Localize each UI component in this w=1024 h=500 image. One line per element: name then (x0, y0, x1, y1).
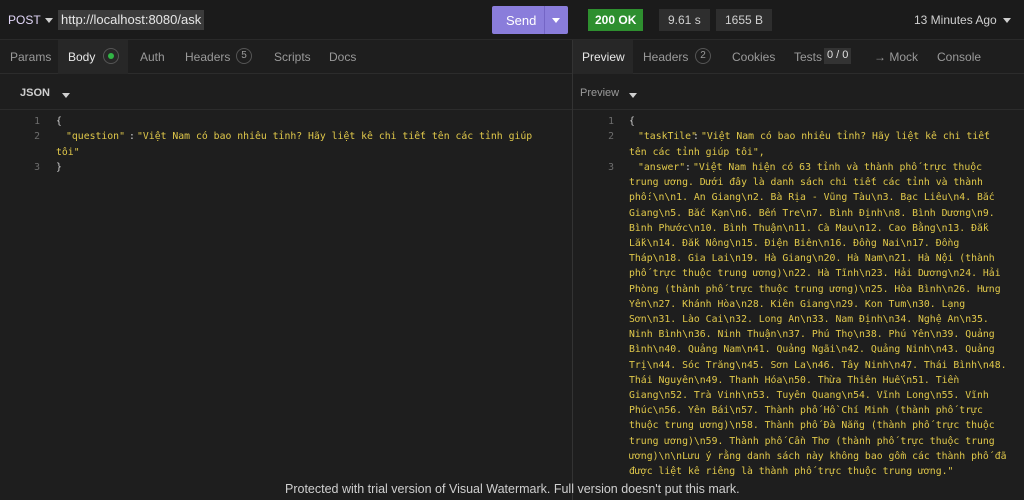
json-value-answer: Bình Phước\n10. Bình Thuận\n11. Cà Mau\n… (629, 222, 989, 234)
json-value-continued: tôi" (56, 147, 80, 158)
json-value-answer: được liệt kê riêng là thành phố trực thu… (629, 466, 954, 477)
json-value-answer: phố trực thuộc trung ương)\n22. Hà Tĩnh\… (629, 268, 1001, 280)
line-number: 3 (34, 162, 40, 173)
open-brace: { (56, 116, 62, 127)
json-key: "question" (66, 131, 125, 142)
open-brace: { (629, 116, 635, 127)
json-value: "Việt Nam có bao nhiêu tỉnh? Hãy liệt kê… (137, 131, 533, 142)
close-brace: } (56, 162, 62, 173)
tab-cookies[interactable]: Cookies (732, 50, 775, 64)
send-button[interactable]: Send (492, 6, 568, 34)
response-headers-count-badge: 2 (695, 48, 711, 64)
json-value-tasktile: "Việt Nam có bao nhiêu tỉnh? Hãy liệt kê… (701, 131, 991, 142)
watermark-notice: Protected with trial version of Visual W… (285, 482, 740, 496)
response-tabs: Preview Headers 2 Cookies Tests 0 / 0 → … (573, 40, 1024, 74)
tab-headers[interactable]: Headers (185, 50, 230, 64)
history-chevron-down-icon[interactable] (1003, 18, 1011, 23)
body-format-chevron-down-icon[interactable] (62, 93, 70, 98)
json-value-answer: Thái Nguyên\n49. Thanh Hóa\n50. Thừa Thi… (629, 374, 960, 386)
preview-mode-selector[interactable]: Preview (580, 87, 619, 99)
tab-body[interactable]: Body (68, 50, 95, 64)
tab-auth[interactable]: Auth (140, 50, 165, 64)
body-format-bar: JSON (0, 74, 572, 110)
json-value-answer: Trị\n44. Sóc Trăng\n45. Sơn La\n46. Tây … (629, 359, 1007, 371)
headers-count-badge: 5 (236, 48, 252, 64)
history-selector[interactable]: 13 Minutes Ago (914, 13, 997, 27)
send-button-label: Send (506, 13, 537, 28)
json-value-answer: Sơn\n31. Lào Cai\n32. Long An\n33. Nam Đ… (629, 314, 989, 325)
send-divider (544, 6, 545, 34)
body-format-selector[interactable]: JSON (20, 87, 50, 99)
tab-tests[interactable]: Tests (794, 50, 822, 64)
tab-preview[interactable]: Preview (582, 50, 625, 64)
tab-mock[interactable]: → Mock (874, 50, 918, 64)
json-value-answer: ương)\n\nLưu ý rằng danh sách này không … (629, 450, 1007, 462)
preview-mode-bar: Preview (573, 74, 1024, 110)
request-tabs: Params Body Auth Headers 5 Scripts Docs (0, 40, 572, 74)
json-key-tasktile: "taskTile" (638, 131, 697, 142)
json-key-answer: "answer" (638, 162, 686, 173)
body-active-dot-icon (103, 48, 119, 64)
json-value-answer: Giang\n52. Trà Vinh\n53. Tuyên Quang\n54… (629, 390, 989, 401)
json-value-answer: Phòng (thành phố trực thuộc trung ương)\… (629, 283, 1001, 295)
tab-params[interactable]: Params (10, 50, 51, 64)
json-value-answer: phố:\n\n1. An Giang\n2. Bà Rịa - Vũng Tà… (629, 192, 995, 204)
json-value-answer: Bình\n40. Quảng Nam\n41. Quảng Ngãi\n42.… (629, 344, 995, 356)
response-body-viewer: 1 2 3 4 { "taskTile" : "answer" : } "Việ… (573, 114, 1024, 500)
request-body-editor[interactable]: 1 2 3 { "question" : "Việt Nam có bao nh… (0, 114, 572, 494)
line-number: 3 (608, 162, 614, 173)
json-value-answer: Lắk\n14. Đắk Nông\n15. Điện Biên\n16. Đồ… (629, 238, 960, 249)
tab-scripts[interactable]: Scripts (274, 50, 311, 64)
json-value-answer: Yên\n27. Khánh Hòa\n28. Kiên Giang\n29. … (629, 298, 966, 310)
tab-console[interactable]: Console (937, 50, 981, 64)
method-selector[interactable]: POST (8, 13, 41, 27)
line-number: 1 (608, 116, 614, 127)
line-number: 1 (34, 116, 40, 127)
json-value-answer: Giang\n5. Bắc Kạn\n6. Bến Tre\n7. Bình Đ… (629, 207, 995, 219)
url-input[interactable]: http://localhost:8080/ask (58, 10, 205, 30)
json-value-answer: trung ương. Dưới đây là danh sách chi ti… (629, 177, 983, 189)
json-value-answer: trung ương)\n59. Thành phố Cần Thơ (thàn… (629, 435, 995, 447)
request-toolbar: POST http://localhost:8080/ask Send 200 … (0, 0, 1024, 40)
json-value-answer: "Việt Nam hiện có 63 tỉnh và thành phố t… (693, 162, 983, 173)
response-size: 1655 B (716, 9, 773, 31)
json-value-answer: Tháp\n18. Gia Lai\n19. Hà Giang\n20. Hà … (629, 253, 995, 265)
line-number: 2 (608, 131, 614, 142)
line-number: 2 (34, 131, 40, 142)
colon: : (685, 162, 691, 173)
json-value-tasktile: tên các tỉnh giúp tôi", (629, 147, 765, 158)
response-time: 9.61 s (659, 9, 710, 31)
method-chevron-down-icon[interactable] (45, 18, 53, 23)
json-value-answer: Phúc\n56. Yên Bái\n57. Thành phố Hồ Chí … (629, 405, 983, 417)
tests-count-badge: 0 / 0 (824, 48, 852, 64)
colon: : (693, 131, 699, 142)
status-badge: 200 OK (588, 9, 644, 31)
colon: : (129, 131, 135, 142)
preview-mode-chevron-down-icon[interactable] (629, 93, 637, 98)
tab-response-headers[interactable]: Headers (643, 50, 688, 64)
tab-docs[interactable]: Docs (329, 50, 356, 64)
request-pane: Params Body Auth Headers 5 Scripts Docs … (0, 40, 572, 500)
json-value-answer: thuộc trung ương)\n58. Thành phố Đà Nẵng… (629, 420, 995, 432)
json-value-answer: Ninh Bình\n36. Ninh Thuận\n37. Phú Thọ\n… (629, 329, 995, 341)
send-options-chevron-down-icon[interactable] (552, 18, 560, 23)
response-pane: Preview Headers 2 Cookies Tests 0 / 0 → … (573, 40, 1024, 500)
